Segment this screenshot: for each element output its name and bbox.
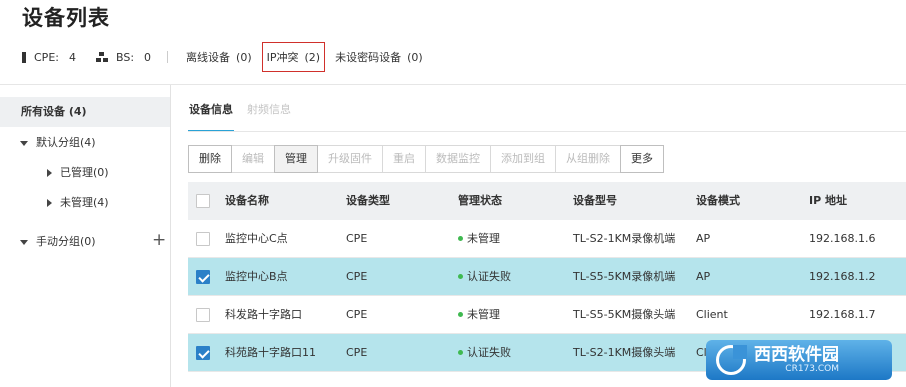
caret-down-icon[interactable] <box>20 140 28 146</box>
watermark-text-block: 西西软件园 CR173.COM <box>746 346 839 374</box>
cpe-icon <box>22 51 26 63</box>
sidebar-item-label: 手动分组(0) <box>36 235 96 248</box>
sidebar-item-label: 已管理(0) <box>60 166 109 179</box>
ip-address: 192.168.1.2 <box>809 270 876 283</box>
watermark-subtext: CR173.COM <box>785 364 839 374</box>
column-header[interactable]: 设备型号 <box>573 182 617 220</box>
filter-offline-devices[interactable]: 离线设备 (0) <box>182 42 256 72</box>
table-row[interactable]: 科发路十字路口 CPE 未管理 TL-S5-5KM摄像头端 Client 192… <box>188 296 906 334</box>
filter-label: IP冲突 <box>266 51 299 64</box>
status-dot-icon <box>458 311 463 317</box>
tab-rf-info[interactable]: 射频信息 <box>246 100 292 132</box>
sidebar-item-managed[interactable]: 已管理(0) <box>47 163 109 183</box>
add-to-group-button[interactable]: 添加到组 <box>490 145 556 173</box>
group-sidebar: 所有设备 (4) 默认分组(4) 已管理(0) 未管理(4) 手动分组(0) + <box>0 85 171 387</box>
tab-underline <box>188 131 906 132</box>
device-model: TL-S2-1KM摄像头端 <box>573 346 676 359</box>
tab-bar: 设备信息 射频信息 <box>188 100 304 132</box>
remove-from-group-button[interactable]: 从组删除 <box>555 145 621 173</box>
page-title: 设备列表 <box>22 6 110 30</box>
action-toolbar: 删除 编辑 管理 升级固件 重启 数据监控 添加到组 从组删除 更多 <box>188 145 664 173</box>
filter-count: (0) <box>407 50 423 64</box>
add-group-icon[interactable]: + <box>152 230 166 250</box>
device-type: CPE <box>346 346 368 359</box>
filter-label: 未设密码设备 <box>335 51 402 64</box>
column-header[interactable]: IP 地址 <box>809 182 847 220</box>
tab-device-info[interactable]: 设备信息 <box>188 100 234 132</box>
data-monitor-button[interactable]: 数据监控 <box>425 145 491 173</box>
device-model: TL-S5-5KM摄像头端 <box>573 308 676 321</box>
caret-down-icon[interactable] <box>20 239 28 245</box>
caret-right-icon[interactable] <box>47 199 52 207</box>
bs-count: 0 <box>144 50 152 64</box>
column-header[interactable]: 管理状态 <box>458 182 502 220</box>
watermark-text: 西西软件园 <box>754 345 839 365</box>
bs-stat: BS: 0 <box>95 50 152 64</box>
device-model: TL-S5-5KM录像机端 <box>573 270 676 283</box>
ip-address: 192.168.1.7 <box>809 308 876 321</box>
device-mode: Client <box>696 308 728 321</box>
status-bar: CPE: 4 BS: 0 离线设备 (0) IP冲突 (2) 未设密码设备 (0… <box>22 42 433 72</box>
column-header[interactable]: 设备模式 <box>696 182 740 220</box>
delete-button[interactable]: 删除 <box>188 145 232 173</box>
row-checkbox[interactable] <box>196 346 210 360</box>
status-text: 认证失败 <box>467 270 511 283</box>
divider <box>167 51 169 63</box>
row-checkbox[interactable] <box>196 308 210 322</box>
device-name: 监控中心B点 <box>225 270 288 283</box>
status-dot-icon <box>458 273 463 279</box>
device-mode: AP <box>696 270 711 283</box>
status-dot-icon <box>458 349 463 355</box>
watermark-logo: 西西软件园 CR173.COM <box>706 340 892 380</box>
sidebar-item-manual-group[interactable]: 手动分组(0) <box>20 232 96 252</box>
cpe-count: 4 <box>68 50 76 64</box>
device-type: CPE <box>346 308 368 321</box>
device-model: TL-S2-1KM录像机端 <box>573 232 676 245</box>
device-type: CPE <box>346 232 368 245</box>
ip-address: 192.168.1.6 <box>809 232 876 245</box>
row-checkbox[interactable] <box>196 270 210 284</box>
column-header[interactable]: 设备名称 <box>225 182 269 220</box>
table-header: 设备名称 设备类型 管理状态 设备型号 设备模式 IP 地址 <box>188 182 906 220</box>
sidebar-item-label: 未管理(4) <box>60 196 109 209</box>
management-status: 未管理 <box>458 296 500 334</box>
management-status: 认证失败 <box>458 334 511 372</box>
caret-right-icon[interactable] <box>47 169 52 177</box>
management-status: 认证失败 <box>458 258 511 296</box>
upgrade-firmware-button[interactable]: 升级固件 <box>317 145 383 173</box>
device-mode: AP <box>696 232 711 245</box>
status-text: 认证失败 <box>467 346 511 359</box>
status-dot-icon <box>458 235 463 241</box>
device-name: 科苑路十字路口11 <box>225 346 316 359</box>
watermark-icon <box>716 345 747 375</box>
status-text: 未管理 <box>467 308 500 321</box>
row-checkbox[interactable] <box>196 232 210 246</box>
select-all-checkbox[interactable] <box>196 194 210 208</box>
network-topology-icon <box>95 52 108 62</box>
reboot-button[interactable]: 重启 <box>382 145 426 173</box>
filter-count: (0) <box>236 50 252 64</box>
cpe-label: CPE: <box>34 50 59 64</box>
edit-button[interactable]: 编辑 <box>231 145 275 173</box>
table-row[interactable]: 监控中心B点 CPE 认证失败 TL-S5-5KM录像机端 AP 192.168… <box>188 258 906 296</box>
device-type: CPE <box>346 270 368 283</box>
filter-ip-conflict[interactable]: IP冲突 (2) <box>261 42 326 72</box>
sidebar-item-unmanaged[interactable]: 未管理(4) <box>47 193 109 213</box>
management-status: 未管理 <box>458 220 500 258</box>
manage-button[interactable]: 管理 <box>274 145 318 173</box>
device-name: 监控中心C点 <box>225 232 288 245</box>
column-header[interactable]: 设备类型 <box>346 182 390 220</box>
device-name: 科发路十字路口 <box>225 308 302 321</box>
sidebar-item-label: 默认分组(4) <box>36 136 96 149</box>
table-row[interactable]: 监控中心C点 CPE 未管理 TL-S2-1KM录像机端 AP 192.168.… <box>188 220 906 258</box>
cpe-stat: CPE: 4 <box>22 51 76 64</box>
filter-no-password-devices[interactable]: 未设密码设备 (0) <box>331 42 427 72</box>
bs-label: BS: <box>115 50 135 64</box>
sidebar-item-all-devices[interactable]: 所有设备 (4) <box>0 97 170 127</box>
more-button[interactable]: 更多 <box>620 145 664 173</box>
filter-count: (2) <box>304 50 321 64</box>
status-text: 未管理 <box>467 232 500 245</box>
sidebar-item-default-group[interactable]: 默认分组(4) <box>20 133 96 153</box>
filter-label: 离线设备 <box>186 51 231 64</box>
